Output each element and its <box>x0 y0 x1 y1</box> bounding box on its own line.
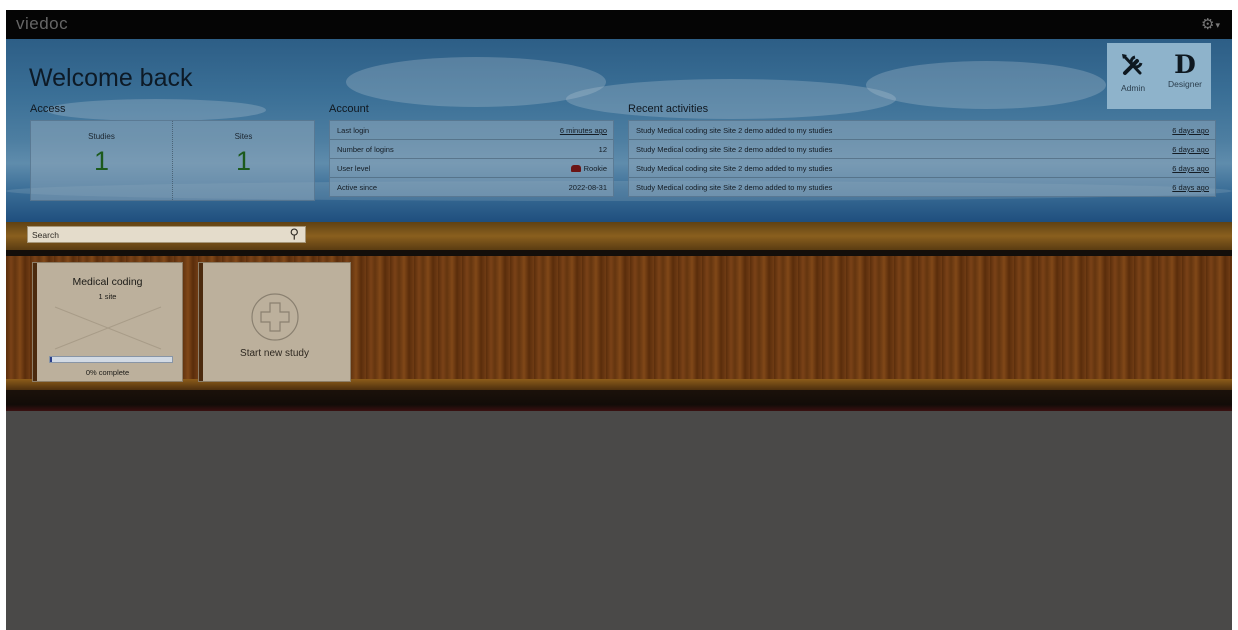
cloud-decoration <box>866 61 1106 109</box>
access-heading: Access <box>30 103 66 115</box>
search-icon[interactable]: ⚲ <box>289 226 299 242</box>
admin-button[interactable]: Admin <box>1107 43 1159 109</box>
account-key: Number of logins <box>337 145 394 154</box>
shelf-base <box>6 390 1232 411</box>
chevron-down-icon: ▾ <box>1215 19 1220 30</box>
activity-row: Study Medical coding site Site 2 demo ad… <box>629 140 1215 159</box>
welcome-banner: Welcome back Access Account Recent activ… <box>6 39 1232 222</box>
cloud-decoration <box>566 79 896 119</box>
account-panel: Last login 6 minutes ago Number of login… <box>329 120 614 197</box>
study-progress-fill <box>50 357 52 362</box>
app-window: viedoc ⚙▾ Welcome back Access Account Re… <box>6 10 1232 630</box>
account-key: Last login <box>337 126 370 135</box>
search-input[interactable]: Search ⚲ <box>27 226 306 243</box>
activity-row: Study Medical coding site Site 2 demo ad… <box>629 159 1215 178</box>
sites-stat[interactable]: Sites 1 <box>172 121 314 200</box>
study-card[interactable]: Medical coding 1 site 0% complete <box>32 262 183 382</box>
cloud-decoration <box>46 99 266 121</box>
book-spine <box>199 263 203 381</box>
settings-menu[interactable]: ⚙▾ <box>1201 15 1220 33</box>
activity-row: Study Medical coding site Site 2 demo ad… <box>629 178 1215 196</box>
activity-time: 6 days ago <box>1172 145 1209 154</box>
graduation-cap-icon <box>570 165 581 172</box>
recent-activities-heading: Recent activities <box>628 103 709 115</box>
activity-text: Study Medical coding site Site 2 demo ad… <box>636 183 833 192</box>
shelf-ledge <box>6 379 1232 390</box>
account-row-logins: Number of logins 12 <box>330 140 613 159</box>
start-new-study-label: Start new study <box>240 348 309 359</box>
search-placeholder: Search <box>32 230 59 240</box>
activity-text: Study Medical coding site Site 2 demo ad… <box>636 126 833 135</box>
designer-label: Designer <box>1167 79 1203 89</box>
recent-activities-panel: Study Medical coding site Site 2 demo ad… <box>628 120 1216 197</box>
activity-time: 6 days ago <box>1172 183 1209 192</box>
study-progress-label: 0% complete <box>85 368 130 377</box>
account-key: User level <box>337 164 371 173</box>
study-image-placeholder <box>54 306 162 350</box>
studies-count: 1 <box>93 146 110 176</box>
background-floor <box>6 411 1232 630</box>
user-level-text: Rookie <box>583 164 607 173</box>
tools-panel: Admin D Designer <box>1107 43 1211 109</box>
access-panel: Studies 1 Sites 1 <box>30 120 315 201</box>
top-bar: viedoc ⚙▾ <box>6 10 1232 39</box>
search-shelf: Search ⚲ <box>6 222 1232 250</box>
viedoc-logo[interactable]: viedoc <box>16 14 68 34</box>
study-sites: 1 site <box>98 292 117 301</box>
studies-label: Studies <box>88 132 115 141</box>
study-progress-bar <box>49 356 173 363</box>
tools-icon <box>1107 51 1159 83</box>
studies-stat[interactable]: Studies 1 <box>31 121 172 200</box>
plus-icon <box>251 293 299 341</box>
activity-time: 6 days ago <box>1172 164 1209 173</box>
logins-value: 12 <box>598 145 607 154</box>
start-new-study-card[interactable]: Start new study <box>198 262 351 382</box>
account-row-last-login: Last login 6 minutes ago <box>330 121 613 140</box>
activity-text: Study Medical coding site Site 2 demo ad… <box>636 164 833 173</box>
designer-icon: D <box>1174 50 1196 79</box>
account-row-user-level: User level Rookie <box>330 159 613 178</box>
page-title: Welcome back <box>29 64 193 92</box>
activity-time: 6 days ago <box>1172 126 1209 135</box>
user-level-value: Rookie <box>570 164 607 173</box>
bookshelf <box>6 256 1232 379</box>
activity-row: Study Medical coding site Site 2 demo ad… <box>629 121 1215 140</box>
designer-button[interactable]: D Designer <box>1159 43 1211 109</box>
sites-label: Sites <box>234 132 253 141</box>
last-login-value: 6 minutes ago <box>559 126 607 135</box>
gear-icon: ⚙ <box>1201 16 1215 33</box>
active-since-value: 2022-08-31 <box>568 183 607 192</box>
account-key: Active since <box>337 183 378 192</box>
admin-label: Admin <box>1120 83 1146 93</box>
study-title: Medical coding <box>72 276 143 288</box>
account-heading: Account <box>329 103 369 115</box>
account-row-active-since: Active since 2022-08-31 <box>330 178 613 196</box>
activity-text: Study Medical coding site Site 2 demo ad… <box>636 145 833 154</box>
sites-count: 1 <box>235 146 252 176</box>
